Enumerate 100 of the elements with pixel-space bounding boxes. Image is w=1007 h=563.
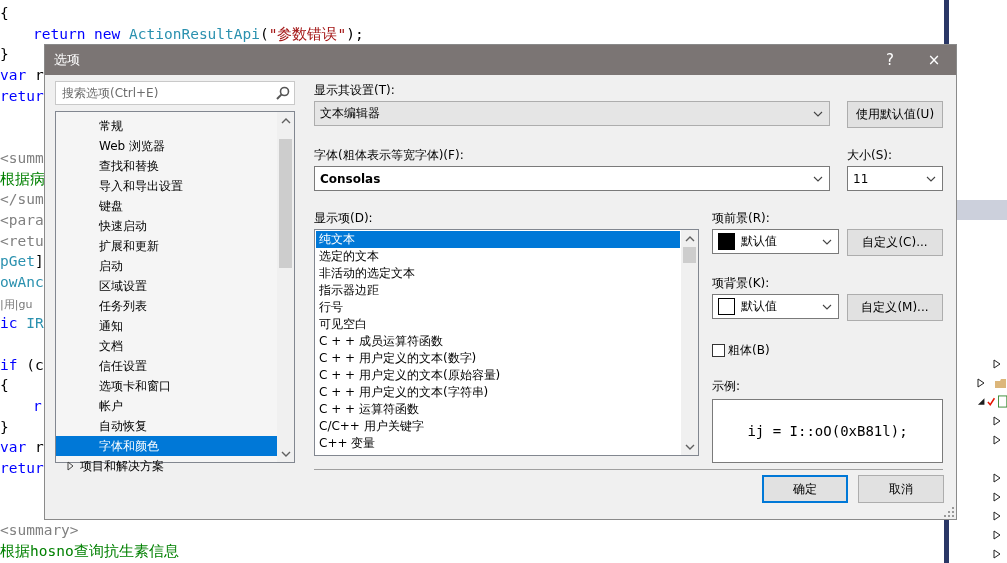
project-icon bbox=[997, 395, 1007, 408]
list-item[interactable]: 纯文本 bbox=[316, 231, 680, 248]
tree-item[interactable]: 任务列表 bbox=[56, 296, 277, 316]
code-line: if (c bbox=[0, 355, 44, 375]
scroll-down-icon bbox=[684, 442, 695, 451]
code-line: retur bbox=[0, 459, 44, 479]
dropdown[interactable]: 11 bbox=[847, 166, 943, 191]
checkbox[interactable] bbox=[712, 343, 725, 357]
checkbox-label[interactable]: 粗体(B) bbox=[728, 341, 770, 359]
code-line: } bbox=[0, 417, 9, 437]
code-line: <retu bbox=[0, 231, 44, 251]
resize-grip-icon bbox=[944, 507, 954, 517]
check-icon bbox=[987, 397, 996, 406]
list-item[interactable]: 指示器边距 bbox=[316, 282, 680, 299]
tree-item[interactable]: 区域设置 bbox=[56, 276, 277, 296]
tree-item[interactable]: 查找和替换 bbox=[56, 156, 277, 176]
list-item[interactable]: 非活动的选定文本 bbox=[316, 265, 680, 282]
list-item[interactable]: C++ 变量 bbox=[316, 435, 680, 452]
ok-button[interactable]: 确定 bbox=[762, 475, 848, 503]
use-defaults-button[interactable]: 使用默认值(U) bbox=[847, 101, 943, 128]
help-button[interactable]: ? bbox=[868, 45, 912, 75]
code-line: <para bbox=[0, 210, 44, 230]
field-label: 显示其设置(T): bbox=[314, 82, 395, 99]
collapsed-arrow-icon bbox=[993, 548, 1001, 559]
collapsed-arrow-icon bbox=[993, 491, 1001, 502]
code-line: } bbox=[0, 45, 9, 65]
field-label: 字体(粗体表示等宽字体)(F): bbox=[314, 147, 464, 164]
code-line: </sum bbox=[0, 190, 44, 210]
code-line: <summary> bbox=[0, 521, 79, 541]
sample-text: ij = I::oO(0xB81l); bbox=[747, 423, 908, 439]
highlight-band bbox=[957, 200, 1007, 220]
code-line: ic IR bbox=[0, 314, 44, 334]
field-label: 显示项(D): bbox=[314, 210, 373, 227]
tree-item[interactable]: 导入和导出设置 bbox=[56, 176, 277, 196]
caret-icon bbox=[822, 238, 832, 245]
tree-item[interactable]: 帐户 bbox=[56, 396, 277, 416]
close-button[interactable]: × bbox=[912, 45, 956, 75]
window-title: 选项 bbox=[54, 51, 81, 69]
dropdown[interactable]: 文本编辑器 bbox=[314, 101, 830, 126]
code-line: var r bbox=[0, 438, 44, 458]
customize-button[interactable]: 自定义(C)... bbox=[847, 229, 943, 256]
code-line: 根据hosno查询抗生素信息 bbox=[0, 541, 179, 561]
code-line: { bbox=[0, 376, 9, 396]
scroll-up-icon bbox=[684, 234, 695, 243]
tree-item[interactable]: Web 浏览器 bbox=[56, 136, 277, 156]
code-line: retur bbox=[0, 86, 44, 106]
expanded-arrow-icon bbox=[977, 397, 986, 406]
dropdown[interactable]: 默认值 bbox=[712, 229, 839, 254]
list-item[interactable]: 行号 bbox=[316, 299, 680, 316]
folder-icon bbox=[995, 377, 1006, 388]
list-item[interactable]: C + + 用户定义的文本(字符串) bbox=[316, 384, 680, 401]
customize-button[interactable]: 自定义(M)... bbox=[847, 294, 943, 321]
list-item[interactable]: C + + 用户定义的文本(数字) bbox=[316, 350, 680, 367]
scroll-thumb[interactable] bbox=[279, 139, 292, 268]
scroll-up-icon bbox=[280, 116, 291, 125]
list-item[interactable]: C + + 运算符函数 bbox=[316, 401, 680, 418]
tree-item[interactable]: 启动 bbox=[56, 256, 277, 276]
search-field[interactable]: 搜索选项(Ctrl+E) bbox=[55, 81, 295, 105]
collapsed-arrow-icon bbox=[993, 510, 1001, 521]
dropdown[interactable]: 默认值 bbox=[712, 294, 839, 319]
collapsed-arrow-icon bbox=[977, 377, 985, 388]
list-item[interactable]: 可见空白 bbox=[316, 316, 680, 333]
tree-item[interactable]: 字体和颜色 bbox=[56, 436, 277, 456]
collapsed-arrow-icon bbox=[993, 415, 1001, 426]
tree-item[interactable]: 文档 bbox=[56, 336, 277, 356]
caret-icon bbox=[926, 175, 936, 182]
code-line: owAnc bbox=[0, 272, 44, 292]
list-item[interactable]: C + + 用户定义的文本(原始容量) bbox=[316, 367, 680, 384]
code-line: r bbox=[33, 397, 42, 417]
collapsed-arrow-icon bbox=[993, 358, 1001, 369]
scroll-down-icon bbox=[280, 449, 291, 458]
caret-icon bbox=[822, 303, 832, 310]
collapsed-arrow-icon bbox=[993, 472, 1001, 483]
tree-item[interactable]: 键盘 bbox=[56, 196, 277, 216]
cancel-button[interactable]: 取消 bbox=[858, 475, 944, 503]
tree-item[interactable]: 选项卡和窗口 bbox=[56, 376, 277, 396]
field-label: 示例: bbox=[712, 378, 741, 395]
search-input[interactable]: 搜索选项(Ctrl+E) bbox=[60, 85, 276, 101]
tree-item[interactable]: 项目和解决方案 bbox=[56, 456, 277, 476]
code-line: return new ActionResultApi("参数错误"); bbox=[33, 24, 364, 44]
collapsed-arrow-icon bbox=[993, 434, 1001, 445]
tree-item[interactable]: 通知 bbox=[56, 316, 277, 336]
scroll-thumb[interactable] bbox=[683, 247, 696, 263]
list-item[interactable]: C/C++ 用户关键字 bbox=[316, 418, 680, 435]
list-item[interactable]: 选定的文本 bbox=[316, 248, 680, 265]
tree-item[interactable]: 自动恢复 bbox=[56, 416, 277, 436]
scrollbar[interactable] bbox=[681, 230, 698, 455]
field-label: 大小(S): bbox=[847, 147, 893, 164]
dropdown[interactable]: Consolas bbox=[314, 166, 830, 191]
scrollbar[interactable] bbox=[277, 112, 294, 462]
caret-icon bbox=[813, 110, 823, 117]
code-line: { bbox=[0, 4, 9, 23]
tree-item[interactable]: 常规 bbox=[56, 116, 277, 136]
collapsed-arrow-icon bbox=[993, 529, 1001, 540]
tree-item[interactable]: 扩展和更新 bbox=[56, 236, 277, 256]
code-line: var r bbox=[0, 66, 44, 86]
list-item[interactable]: C + + 成员运算符函数 bbox=[316, 333, 680, 350]
tree-item[interactable]: 信任设置 bbox=[56, 356, 277, 376]
tree-item[interactable]: 快速启动 bbox=[56, 216, 277, 236]
code-line: 根据病 bbox=[0, 169, 45, 189]
